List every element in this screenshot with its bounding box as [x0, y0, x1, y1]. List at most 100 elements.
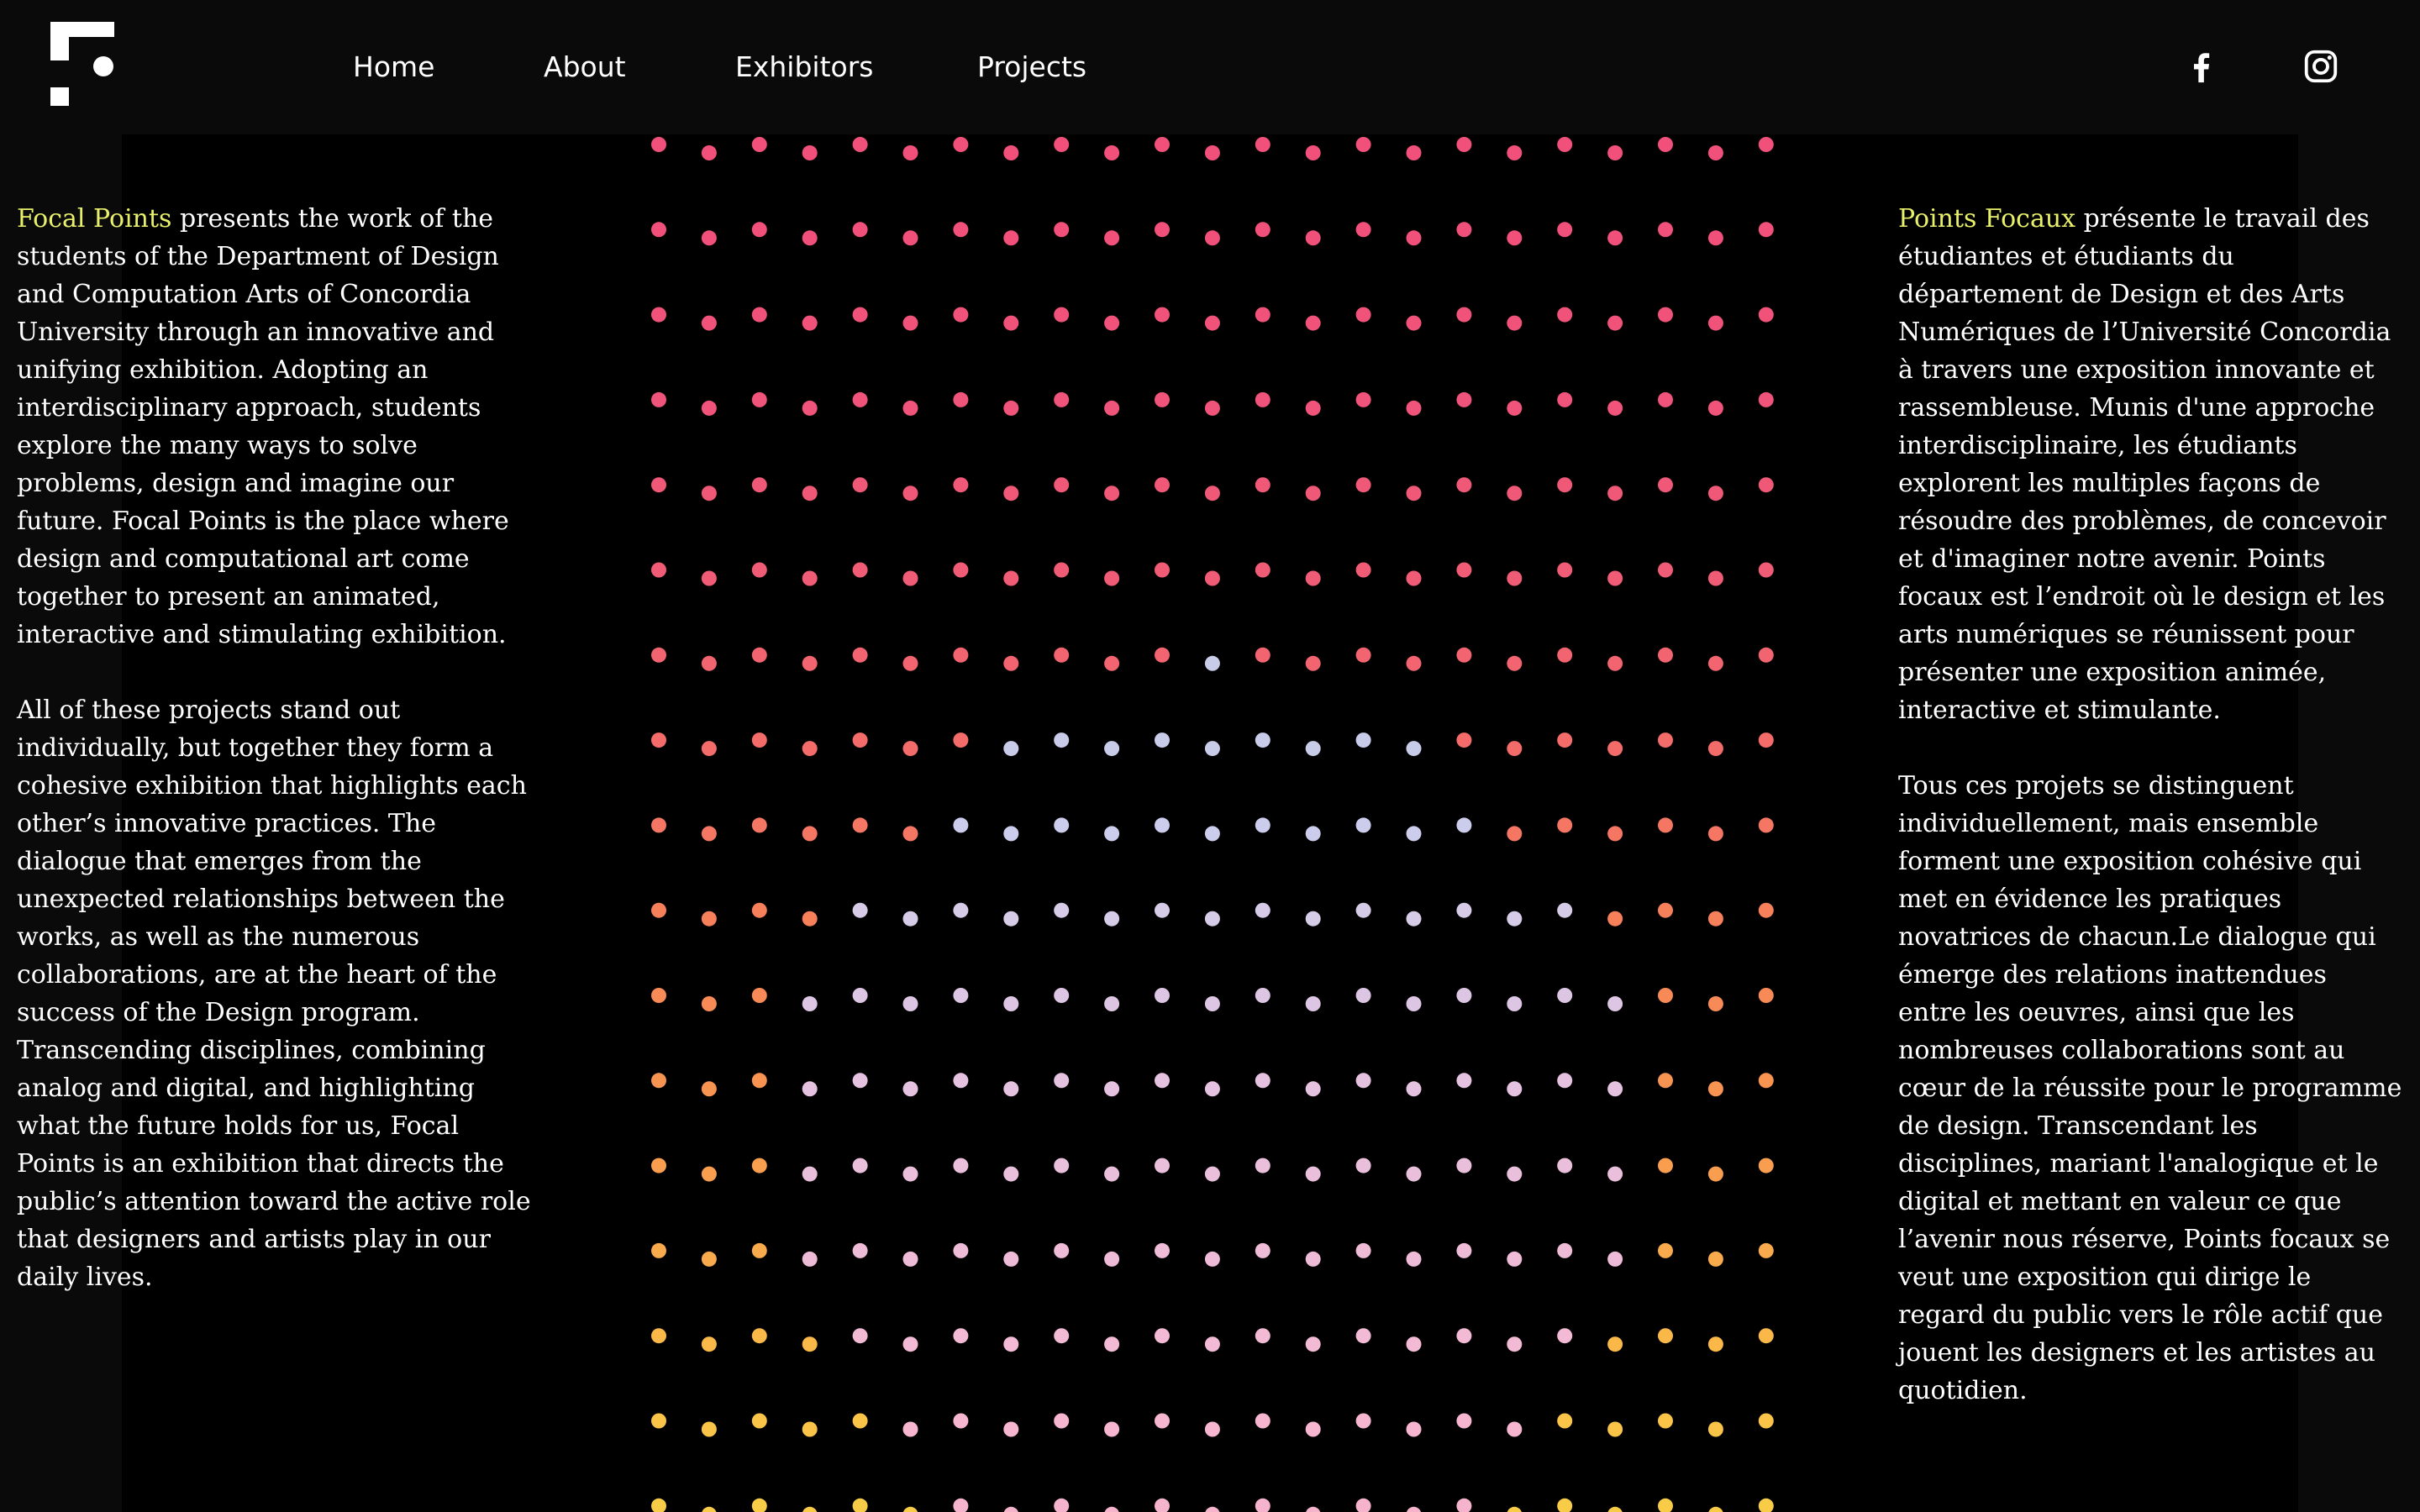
- dot: [701, 486, 717, 501]
- dot: [1305, 486, 1321, 501]
- dot: [1707, 996, 1723, 1011]
- dot: [1255, 137, 1270, 152]
- dot: [1507, 741, 1523, 757]
- dot: [1305, 145, 1321, 160]
- dot: [902, 1251, 918, 1267]
- dot: [1355, 1073, 1371, 1089]
- dot: [1557, 391, 1573, 407]
- dot: [1155, 902, 1170, 918]
- dot: [651, 817, 666, 833]
- dot: [651, 307, 666, 323]
- dot: [751, 1498, 767, 1512]
- dot: [1104, 826, 1120, 842]
- dot: [902, 570, 918, 586]
- dot: [902, 315, 918, 331]
- dot: [852, 1413, 868, 1429]
- dot: [1003, 400, 1019, 416]
- facebook-icon[interactable]: [2182, 47, 2221, 86]
- dot: [953, 1498, 969, 1512]
- dot: [953, 1328, 969, 1344]
- dot: [651, 222, 666, 238]
- dot: [1204, 826, 1220, 842]
- dot: [751, 1328, 767, 1344]
- dot: [1104, 911, 1120, 927]
- dot: [1456, 137, 1472, 152]
- dot: [651, 391, 666, 407]
- dot: [1758, 817, 1774, 833]
- dot: [1758, 1328, 1774, 1344]
- dot: [751, 988, 767, 1003]
- dot: [1607, 1251, 1623, 1267]
- dot: [1255, 647, 1270, 663]
- dot: [852, 307, 868, 323]
- dot: [1305, 1251, 1321, 1267]
- dot: [802, 1336, 818, 1352]
- dot: [751, 817, 767, 833]
- dot: [1406, 230, 1422, 246]
- dot: [852, 1242, 868, 1258]
- dot: [701, 996, 717, 1011]
- dot: [1557, 222, 1573, 238]
- dot: [802, 315, 818, 331]
- dot: [701, 741, 717, 757]
- dot: [1707, 1336, 1723, 1352]
- dot: [1557, 477, 1573, 493]
- dot: [1104, 400, 1120, 416]
- dot: [1456, 902, 1472, 918]
- dot: [1355, 902, 1371, 918]
- dot: [1607, 1336, 1623, 1352]
- dot: [651, 477, 666, 493]
- dot: [1054, 1073, 1070, 1089]
- dot: [1054, 222, 1070, 238]
- intro-paragraph: Focal Points presents the work of the st…: [17, 200, 538, 654]
- dot: [802, 486, 818, 501]
- dot: [1658, 562, 1673, 578]
- dot: [1658, 817, 1673, 833]
- dot: [1406, 1506, 1422, 1512]
- dot: [1204, 400, 1220, 416]
- focal-points-logo[interactable]: [50, 22, 114, 106]
- dot: [953, 902, 969, 918]
- dot: [751, 137, 767, 152]
- dot: [1104, 1081, 1120, 1097]
- dot: [701, 1166, 717, 1182]
- nav-link-projects[interactable]: Projects: [977, 49, 1086, 86]
- dot: [1155, 817, 1170, 833]
- dot: [852, 1498, 868, 1512]
- dot: [1355, 307, 1371, 323]
- dot: [852, 562, 868, 578]
- dot: [1305, 1421, 1321, 1437]
- dot: [651, 732, 666, 748]
- nav-link-home[interactable]: Home: [353, 49, 434, 86]
- nav-link-about[interactable]: About: [544, 49, 626, 86]
- dot: [1104, 315, 1120, 331]
- dot: [1658, 1328, 1673, 1344]
- instagram-icon[interactable]: [2302, 47, 2340, 86]
- dot: [1658, 1413, 1673, 1429]
- dot: [1758, 1073, 1774, 1089]
- dot: [751, 1158, 767, 1173]
- dot: [1305, 570, 1321, 586]
- dot: [1456, 477, 1472, 493]
- dot: [1255, 902, 1270, 918]
- dot: [1255, 222, 1270, 238]
- dot: [1758, 647, 1774, 663]
- dot: [1355, 1242, 1371, 1258]
- nav-link-exhibitors[interactable]: Exhibitors: [735, 49, 873, 86]
- dot: [852, 1073, 868, 1089]
- dot: [751, 477, 767, 493]
- dot: [1104, 570, 1120, 586]
- dot: [651, 1413, 666, 1429]
- dot: [1355, 1413, 1371, 1429]
- dot: [1155, 1073, 1170, 1089]
- dot: [1054, 1413, 1070, 1429]
- dot: [701, 400, 717, 416]
- dot: [802, 996, 818, 1011]
- dot: [651, 562, 666, 578]
- dot: [1607, 570, 1623, 586]
- dot: [1607, 486, 1623, 501]
- dot: [1557, 732, 1573, 748]
- dot: [1104, 1166, 1120, 1182]
- dot: [1507, 1081, 1523, 1097]
- dot: [751, 732, 767, 748]
